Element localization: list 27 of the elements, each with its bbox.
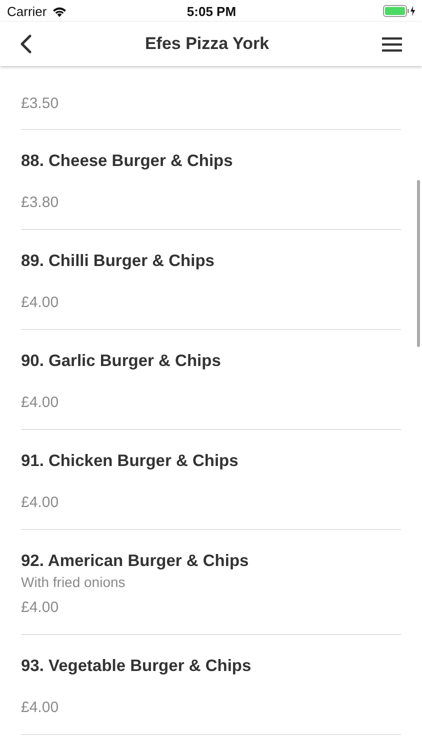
menu-item[interactable]: 88. Cheese Burger & Chips £3.80 [21, 130, 401, 230]
menu-icon [382, 36, 402, 52]
item-name: 92. American Burger & Chips [21, 551, 250, 572]
menu-item[interactable]: 93. Vegetable Burger & Chips £4.00 [21, 635, 401, 735]
menu-item[interactable]: 90. Garlic Burger & Chips £4.00 [21, 330, 401, 430]
menu-item[interactable]: 91. Chicken Burger & Chips £4.00 [21, 430, 401, 530]
back-chevron-icon [20, 34, 32, 54]
item-name: 91. Chicken Burger & Chips [21, 451, 240, 472]
item-name: 90. Garlic Burger & Chips [21, 351, 222, 372]
menu-item[interactable]: 92. American Burger & Chips With fried onions £4.00 [21, 530, 401, 635]
item-name: 88. Cheese Burger & Chips [21, 151, 234, 172]
item-price: £4.00 [21, 293, 60, 313]
item-price: £4.00 [21, 393, 60, 413]
item-description: With fried onions [21, 573, 126, 592]
menu-item[interactable]: 89. Chilli Burger & Chips £4.00 [21, 230, 401, 330]
item-price: £3.50 [21, 94, 60, 114]
item-price: £3.80 [21, 193, 60, 213]
item-name: 93. Vegetable Burger & Chips [21, 656, 252, 677]
wifi-icon [52, 6, 67, 16]
page-title: Efes Pizza York [144, 34, 270, 54]
battery-icon [382, 5, 416, 17]
item-name: 89. Chilli Burger & Chips [21, 251, 216, 272]
clock-time: 5:05 PM [186, 4, 236, 18]
item-price: £4.00 [21, 598, 60, 618]
carrier-label: Carrier [7, 4, 47, 18]
item-price: £4.00 [21, 698, 60, 718]
item-price: £4.00 [21, 493, 60, 513]
